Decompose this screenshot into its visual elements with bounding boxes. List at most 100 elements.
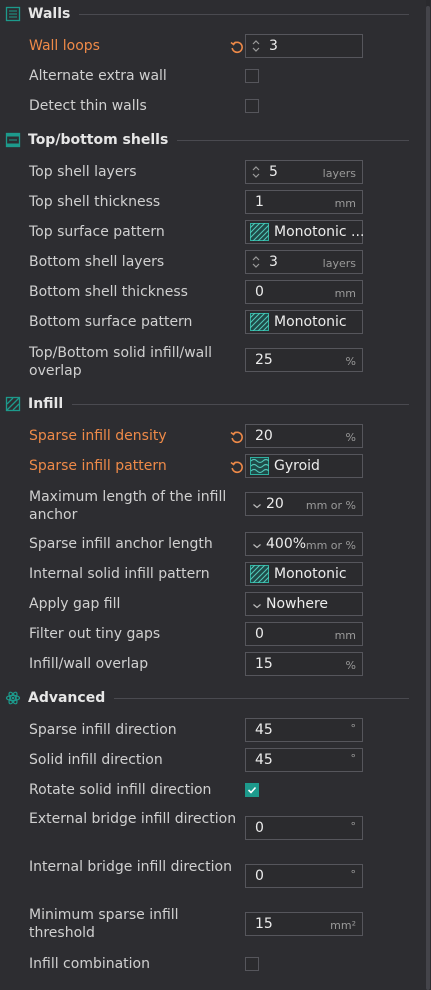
- field-value: 0: [255, 868, 264, 884]
- field-value: 5: [269, 164, 278, 180]
- min-sparse-threshold-input[interactable]: 15 mm²: [245, 912, 363, 936]
- sparse-infill-density-input[interactable]: 20 %: [245, 424, 363, 448]
- internal-bridge-direction-input[interactable]: 0 °: [245, 864, 363, 888]
- monotonic-pattern-icon: [249, 312, 270, 332]
- field-value: Gyroid: [274, 458, 320, 474]
- section-divider: [72, 403, 409, 405]
- section-divider: [114, 697, 409, 699]
- field-unit: mm: [334, 197, 356, 210]
- infill-icon: [5, 396, 21, 412]
- setting-solid-infill-direction: Solid infill direction 45 °: [0, 746, 431, 776]
- field-unit: °: [350, 868, 357, 881]
- monotonic-pattern-icon: [249, 564, 270, 584]
- setting-label: Solid infill direction: [29, 752, 163, 768]
- field-value: 25: [255, 352, 273, 368]
- field-unit: %: [345, 431, 356, 444]
- setting-top-bottom-overlap: Top/Bottom solid infill/wall overlap 25 …: [0, 342, 431, 380]
- bottom-surface-pattern-select[interactable]: Monotonic: [245, 310, 363, 334]
- field-value: Monotonic: [274, 566, 347, 582]
- section-walls: Walls: [5, 4, 409, 24]
- field-unit: %: [345, 355, 356, 368]
- sparse-infill-direction-input[interactable]: 45 °: [245, 718, 363, 742]
- setting-label: External bridge infill direction: [29, 811, 237, 827]
- infill-wall-overlap-input[interactable]: 15 %: [245, 652, 363, 676]
- checkmark-icon: [247, 786, 257, 794]
- setting-label: Wall loops: [29, 38, 100, 54]
- field-value: 3: [269, 38, 278, 54]
- infill-combination-checkbox[interactable]: [245, 957, 259, 971]
- chevron-down-icon[interactable]: [252, 499, 262, 509]
- solid-infill-direction-input[interactable]: 45 °: [245, 748, 363, 772]
- max-infill-anchor-combo[interactable]: 20 mm or %: [245, 492, 363, 516]
- setting-internal-solid-pattern: Internal solid infill pattern Monotonic: [0, 560, 431, 590]
- internal-solid-pattern-select[interactable]: Monotonic: [245, 562, 363, 586]
- section-infill: Infill: [5, 394, 409, 414]
- setting-label: Top shell layers: [29, 164, 137, 180]
- section-top-bottom-shells: Top/bottom shells: [5, 130, 409, 150]
- alternate-extra-wall-checkbox[interactable]: [245, 69, 259, 83]
- shells-icon: [5, 132, 21, 148]
- field-value: Nowhere: [266, 596, 329, 612]
- field-unit: °: [350, 820, 357, 833]
- top-bottom-overlap-input[interactable]: 25 %: [245, 348, 363, 372]
- setting-label: Rotate solid infill direction: [29, 782, 212, 798]
- field-unit: mm: [334, 629, 356, 642]
- spinner-icon[interactable]: [251, 164, 261, 180]
- reset-icon[interactable]: [230, 459, 244, 474]
- field-value: 45: [255, 722, 273, 738]
- setting-label: Sparse infill anchor length: [29, 536, 213, 552]
- spinner-icon[interactable]: [251, 38, 261, 54]
- setting-label: Apply gap fill: [29, 596, 121, 612]
- reset-icon[interactable]: [230, 39, 244, 54]
- rotate-solid-infill-checkbox[interactable]: [245, 783, 259, 797]
- setting-label: Minimum sparse infill threshold: [29, 907, 179, 941]
- setting-bottom-surface-pattern: Bottom surface pattern Monotonic: [0, 308, 431, 338]
- field-value: Monotonic: [274, 314, 347, 330]
- external-bridge-direction-input[interactable]: 0 °: [245, 816, 363, 840]
- field-unit: °: [350, 722, 357, 735]
- setting-label: Infill combination: [29, 956, 150, 972]
- apply-gap-fill-select[interactable]: Nowhere: [245, 592, 363, 616]
- setting-label: Sparse infill direction: [29, 722, 177, 738]
- spinner-icon[interactable]: [251, 254, 261, 270]
- setting-external-bridge-direction: External bridge infill direction 0 °: [0, 810, 431, 848]
- setting-sparse-infill-pattern: Sparse infill pattern Gyroid: [0, 452, 431, 482]
- top-shell-layers-input[interactable]: 5 layers: [245, 160, 363, 184]
- setting-apply-gap-fill: Apply gap fill Nowhere: [0, 590, 431, 620]
- field-unit: layers: [322, 167, 356, 180]
- setting-top-shell-layers: Top shell layers 5 layers: [0, 158, 431, 188]
- field-unit: mm: [334, 287, 356, 300]
- field-value: 20: [266, 496, 284, 512]
- setting-label: Top/Bottom solid infill/wall overlap: [29, 345, 213, 379]
- wall-loops-input[interactable]: 3: [245, 34, 363, 58]
- section-title: Advanced: [28, 690, 106, 706]
- setting-label: Top shell thickness: [29, 194, 161, 210]
- field-value: 0: [255, 626, 264, 642]
- field-unit: mm or %: [305, 539, 356, 552]
- top-shell-thickness-input[interactable]: 1 mm: [245, 190, 363, 214]
- setting-label: Internal solid infill pattern: [29, 566, 210, 582]
- setting-infill-combination: Infill combination: [0, 950, 431, 980]
- setting-label: Sparse infill density: [29, 428, 167, 444]
- bottom-shell-thickness-input[interactable]: 0 mm: [245, 280, 363, 304]
- setting-label: Bottom shell thickness: [29, 284, 188, 300]
- reset-icon[interactable]: [230, 429, 244, 444]
- setting-detect-thin-walls: Detect thin walls: [0, 92, 431, 122]
- bottom-shell-layers-input[interactable]: 3 layers: [245, 250, 363, 274]
- setting-label: Bottom shell layers: [29, 254, 165, 270]
- setting-wall-loops: Wall loops 3: [0, 32, 431, 62]
- chevron-down-icon[interactable]: [252, 599, 262, 609]
- setting-label: Top surface pattern: [29, 224, 165, 240]
- filter-tiny-gaps-input[interactable]: 0 mm: [245, 622, 363, 646]
- field-unit: °: [350, 752, 357, 765]
- setting-sparse-infill-density: Sparse infill density 20 %: [0, 422, 431, 452]
- field-unit: layers: [322, 257, 356, 270]
- field-value: 20: [255, 428, 273, 444]
- setting-label: Detect thin walls: [29, 98, 147, 114]
- setting-alternate-extra-wall: Alternate extra wall: [0, 62, 431, 92]
- sparse-infill-pattern-select[interactable]: Gyroid: [245, 454, 363, 478]
- infill-anchor-length-combo[interactable]: 400% mm or %: [245, 532, 363, 556]
- top-surface-pattern-select[interactable]: Monotonic ...: [245, 220, 364, 244]
- detect-thin-walls-checkbox[interactable]: [245, 99, 259, 113]
- chevron-down-icon[interactable]: [252, 539, 262, 549]
